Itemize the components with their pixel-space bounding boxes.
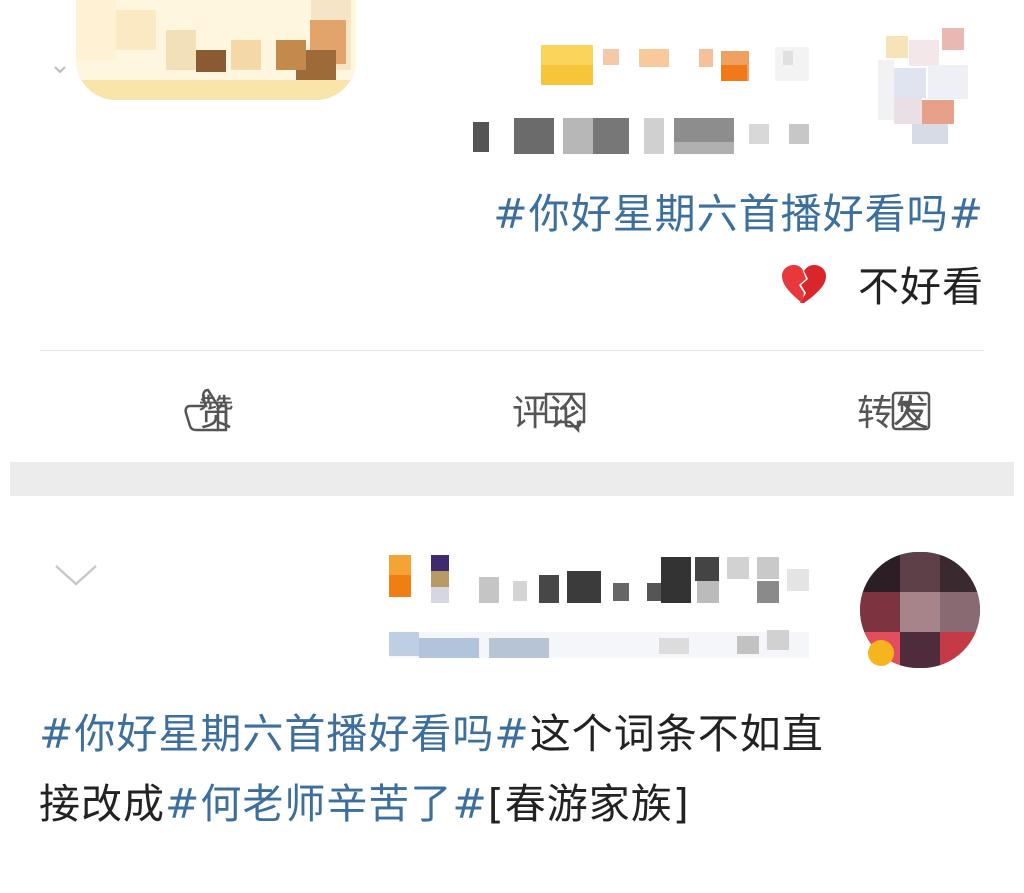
post-2-hashtag-2[interactable]: #何老师辛苦了# (165, 780, 488, 828)
feed-separator (10, 462, 1014, 496)
post-2-hashtag-1[interactable]: #你好星期六首播好看吗# (39, 710, 530, 758)
thumbs-up-icon (182, 386, 230, 438)
post-1-username[interactable] (539, 45, 809, 85)
repost-icon (890, 390, 932, 436)
post-2-avatar-badge (868, 640, 894, 666)
post-1-comment: 不好看 (24, 258, 984, 316)
broken-heart-icon (780, 263, 828, 307)
post-2-text: #你好星期六首播好看吗#这个词条不如直 接改成#何老师辛苦了#[春游家族] (39, 705, 984, 833)
post-2-text-2: 接改成 (39, 780, 165, 828)
post-2-username[interactable] (389, 553, 809, 609)
post-1-meta (459, 118, 809, 156)
feed-page: #你好星期六首播好看吗# 不好看 转发 评论 赞 #你好星期六首播好看吗#这个词… (0, 0, 1024, 893)
post-1-avatar[interactable] (874, 10, 984, 150)
post-1-hashtag[interactable]: #你好星期六首播好看吗# (493, 190, 984, 238)
post-2-meta (389, 628, 809, 662)
post-1-image-preview[interactable] (76, 0, 356, 100)
post-2-text-1: 这个词条不如直 (529, 710, 824, 758)
post-1-comment-text: 不好看 (858, 263, 984, 311)
post-2-text-3: [春游家族] (487, 780, 690, 828)
comment-icon (542, 390, 588, 438)
post-1-divider (40, 350, 984, 351)
post-1-text: #你好星期六首播好看吗# (24, 185, 984, 243)
post-2-dropdown-icon[interactable] (52, 560, 100, 590)
post-1-dropdown-icon[interactable] (54, 60, 66, 74)
